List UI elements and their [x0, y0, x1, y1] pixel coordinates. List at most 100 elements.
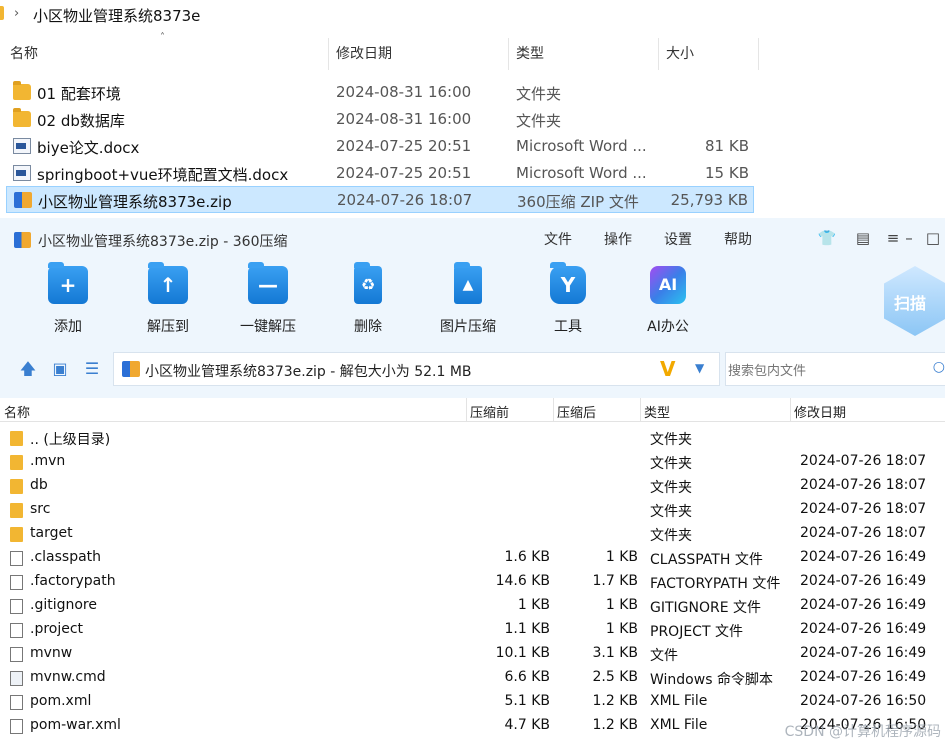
list-item[interactable]: .mvn 文件夹 2024-07-26 18:07 — [0, 450, 945, 474]
delete-button[interactable]: ♻ 删除 — [328, 262, 408, 338]
explorer-address-bar[interactable]: › 小区物业管理系统8373e — [0, 0, 945, 30]
folder-icon — [10, 527, 23, 542]
chevron-right-icon[interactable]: › — [14, 6, 28, 22]
explorer-row[interactable]: springboot+vue环境配置文档.docx 2024-07-25 20:… — [6, 160, 754, 187]
feedback-icon[interactable]: ▤ — [852, 228, 874, 248]
column-divider[interactable] — [658, 38, 659, 70]
add-button[interactable]: + 添加 — [28, 262, 108, 338]
toolbar-label: 图片压缩 — [440, 319, 496, 335]
item-type: Windows 命令脚本 — [650, 672, 773, 688]
column-divider[interactable] — [640, 398, 641, 422]
list-item[interactable]: .. (上级目录) 文件夹 — [0, 426, 945, 450]
item-size-before: 14.6 KB — [495, 573, 550, 589]
search-input[interactable] — [728, 359, 928, 381]
column-divider[interactable] — [508, 38, 509, 70]
up-folder-icon[interactable]: 🡅 — [18, 360, 38, 378]
list-item[interactable]: .gitignore 1 KB 1 KB GITIGNORE 文件 2024-0… — [0, 594, 945, 618]
list-view-icon[interactable]: ☰ — [82, 360, 102, 378]
column-after[interactable]: 压缩后 — [557, 402, 596, 421]
column-modified[interactable]: 修改日期 — [336, 38, 392, 70]
search-icon[interactable]: ○ — [933, 359, 945, 375]
skin-icon[interactable]: 👕 — [816, 228, 838, 248]
item-size-before: 1.1 KB — [504, 621, 551, 637]
explorer-row-selected[interactable]: 小区物业管理系统8373e.zip 2024-07-26 18:07 360压缩… — [6, 186, 754, 213]
item-size-before: 1 KB — [517, 597, 550, 613]
chevron-down-icon[interactable]: ▼ — [695, 361, 704, 375]
zip-address-row: 🡅 ▣ ☰ 小区物业管理系统8373e.zip - 解包大小为 52.1 MB … — [0, 348, 945, 388]
folder-icon — [10, 503, 23, 518]
one-click-extract-button[interactable]: — 一键解压 — [228, 262, 308, 338]
list-item[interactable]: mvnw.cmd 6.6 KB 2.5 KB Windows 命令脚本 2024… — [0, 666, 945, 690]
window-title: 小区物业管理系统8373e.zip - 360压缩 — [38, 234, 288, 250]
list-item[interactable]: pom.xml 5.1 KB 1.2 KB XML File 2024-07-2… — [0, 690, 945, 714]
zip-list-header: 名称 压缩前 压缩后 类型 修改日期 — [0, 398, 945, 422]
zip-search-box[interactable]: ○ — [725, 352, 945, 386]
zip-title-bar: 小区物业管理系统8373e.zip - 360压缩 文件 操作 设置 帮助 👕 … — [0, 218, 945, 260]
file-icon — [10, 623, 23, 638]
list-item[interactable]: mvnw 10.1 KB 3.1 KB 文件 2024-07-26 16:49 — [0, 642, 945, 666]
item-modified: 2024-07-26 18:07 — [800, 501, 927, 517]
column-name[interactable]: 名称 — [4, 402, 30, 421]
list-item[interactable]: .classpath 1.6 KB 1 KB CLASSPATH 文件 2024… — [0, 546, 945, 570]
column-divider[interactable] — [790, 398, 791, 422]
tools-button[interactable]: Y 工具 — [528, 262, 608, 338]
column-before[interactable]: 压缩前 — [470, 402, 509, 421]
zip-icon — [122, 361, 140, 377]
item-name: target — [30, 525, 73, 541]
image-compress-icon: ▲ — [454, 262, 482, 304]
toolbar-label: 工具 — [554, 319, 582, 335]
delete-icon: ♻ — [354, 262, 382, 304]
item-size-before: 5.1 KB — [504, 693, 551, 709]
menu-operate[interactable]: 操作 — [604, 229, 632, 249]
menu-help[interactable]: 帮助 — [724, 229, 752, 249]
item-name: pom.xml — [30, 693, 92, 709]
watermark: CSDN @计算机程序源码 — [784, 724, 941, 740]
scan-button[interactable]: 扫描 — [884, 266, 945, 336]
menu-settings[interactable]: 设置 — [664, 229, 692, 249]
item-name: mvnw.cmd — [30, 669, 106, 685]
explorer-row[interactable]: 02 db数据库 2024-08-31 16:00 文件夹 — [6, 106, 754, 133]
list-item[interactable]: db 文件夹 2024-07-26 18:07 — [0, 474, 945, 498]
minimize-icon[interactable]: – — [898, 228, 920, 248]
column-modified[interactable]: 修改日期 — [794, 402, 846, 421]
item-name: db — [30, 477, 48, 493]
list-item[interactable]: src 文件夹 2024-07-26 18:07 — [0, 498, 945, 522]
column-size[interactable]: 大小 — [666, 38, 694, 70]
folder-icon — [10, 455, 23, 470]
column-name[interactable]: 名称 — [10, 38, 38, 70]
v-logo-icon[interactable]: V — [660, 357, 675, 381]
column-divider[interactable] — [328, 38, 329, 70]
item-type: 文件夹 — [650, 528, 692, 544]
explorer-row[interactable]: 01 配套环境 2024-08-31 16:00 文件夹 — [6, 79, 754, 106]
ai-office-icon: AI — [650, 266, 686, 304]
column-divider[interactable] — [553, 398, 554, 422]
zip-address-field[interactable]: 小区物业管理系统8373e.zip - 解包大小为 52.1 MB V ▼ — [113, 352, 720, 386]
menu-file[interactable]: 文件 — [544, 229, 572, 249]
column-divider[interactable] — [758, 38, 759, 70]
column-divider[interactable] — [466, 398, 467, 422]
item-modified: 2024-07-26 18:07 — [800, 477, 927, 493]
list-item[interactable]: .project 1.1 KB 1 KB PROJECT 文件 2024-07-… — [0, 618, 945, 642]
item-size-before: 6.6 KB — [504, 669, 551, 685]
item-size-after: 1 KB — [605, 597, 638, 613]
list-item[interactable]: .factorypath 14.6 KB 1.7 KB FACTORYPATH … — [0, 570, 945, 594]
thumbnail-view-icon[interactable]: ▣ — [50, 360, 70, 378]
maximize-icon[interactable]: □ — [922, 228, 944, 248]
item-type: 文件夹 — [650, 456, 692, 472]
explorer-row[interactable]: biye论文.docx 2024-07-25 20:51 Microsoft W… — [6, 133, 754, 160]
item-name: .gitignore — [30, 597, 97, 613]
extract-to-button[interactable]: ↑ 解压到 — [128, 262, 208, 338]
column-type[interactable]: 类型 — [516, 38, 544, 70]
column-type[interactable]: 类型 — [644, 402, 670, 421]
file-icon — [10, 575, 23, 590]
folder-icon — [10, 431, 23, 446]
file-size: 25,793 KB — [670, 191, 748, 209]
item-type: 文件夹 — [650, 504, 692, 520]
image-compress-button[interactable]: ▲ 图片压缩 — [428, 262, 508, 338]
ai-office-button[interactable]: AI AI办公 — [628, 266, 708, 338]
list-item[interactable]: target 文件夹 2024-07-26 18:07 — [0, 522, 945, 546]
file-modified: 2024-07-26 18:07 — [337, 191, 473, 209]
item-type: FACTORYPATH 文件 — [650, 576, 781, 592]
explorer-path: 小区物业管理系统8373e — [33, 7, 201, 25]
zip-file-list: 名称 压缩前 压缩后 类型 修改日期 .. (上级目录) 文件夹 .mvn 文件… — [0, 398, 945, 747]
